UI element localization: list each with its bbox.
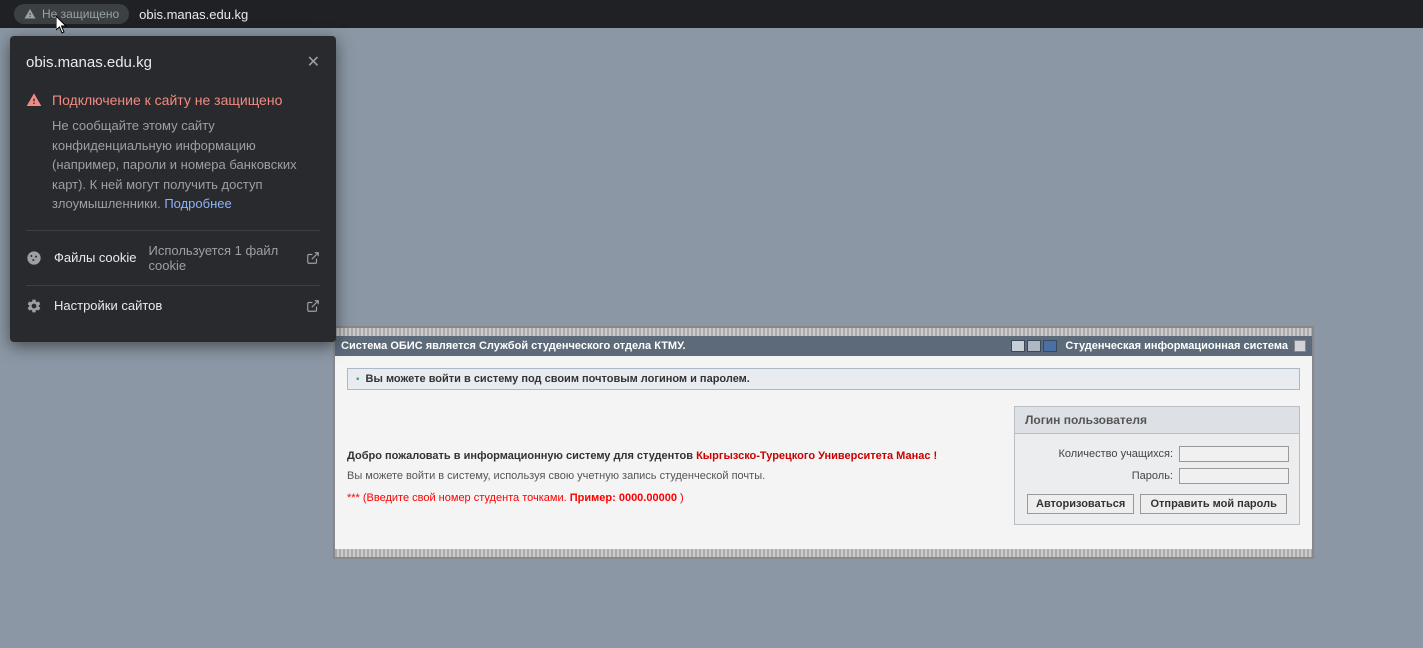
warning-icon [24,8,36,20]
popup-warning-body: Не сообщайте этому сайту конфиденциальну… [52,116,320,214]
university-name: Кыргызско-Турецкого Университета Манас ! [696,450,937,462]
warning-triangle-icon [26,92,42,108]
cookies-row[interactable]: Файлы cookie Используется 1 файл cookie [26,230,320,285]
lang-box-2[interactable] [1027,340,1041,352]
title-color-boxes [1011,340,1057,352]
title-right: Студенческая информационная система [1065,340,1288,352]
browser-address-bar: Не защищено obis.manas.edu.kg [0,0,1423,28]
cookies-label: Файлы cookie [54,250,137,265]
lang-box-1[interactable] [1011,340,1025,352]
hint-text: Вы можете войти в систему под своим почт… [366,373,750,385]
student-number-input[interactable] [1179,446,1289,462]
external-link-icon [306,299,320,313]
title-end-box [1294,340,1306,352]
welcome-line-3: *** (Введите свой номер студента точками… [347,492,998,504]
hint-bar: ▪ Вы можете войти в систему под своим по… [347,368,1300,390]
login-button[interactable]: Авторизоваться [1027,494,1134,514]
app-window: Система ОБИС является Службой студенческ… [333,326,1314,559]
popup-warning-title: Подключение к сайту не защищено [52,92,282,108]
student-number-label: Количество учащихся: [1058,448,1173,460]
window-title-bar: Система ОБИС является Службой студенческ… [335,336,1312,356]
site-settings-label: Настройки сайтов [54,298,162,313]
external-link-icon [306,251,320,265]
login-panel: Логин пользователя Количество учащихся: … [1014,406,1300,525]
site-settings-row[interactable]: Настройки сайтов [26,285,320,326]
not-secure-label: Не защищено [42,7,119,21]
welcome-line-2: Вы можете войти в систему, используя сво… [347,470,998,482]
window-top-stripe [335,328,1312,336]
popup-close-button[interactable]: ✕ [307,52,320,72]
cookies-detail: Используется 1 файл cookie [149,243,295,273]
send-password-button[interactable]: Отправить мой пароль [1140,494,1287,514]
student-id-example: Пример: 0000.00000 [570,492,677,504]
password-input[interactable] [1179,468,1289,484]
welcome-section: Добро пожаловать в информационную систем… [347,406,998,525]
gear-icon [26,298,42,314]
title-left: Система ОБИС является Службой студенческ… [341,340,1011,352]
content-body: ▪ Вы можете войти в систему под своим по… [335,356,1312,549]
student-number-row: Количество учащихся: [1025,446,1289,462]
popup-domain: obis.manas.edu.kg [26,54,152,71]
cookie-icon [26,250,42,266]
welcome-line-1: Добро пожаловать в информационную систем… [347,450,998,462]
url-text[interactable]: obis.manas.edu.kg [139,7,248,22]
login-panel-title: Логин пользователя [1015,407,1299,434]
window-bottom-stripe [335,549,1312,557]
not-secure-badge[interactable]: Не защищено [14,4,129,24]
password-row: Пароль: [1025,468,1289,484]
hint-bullet-icon: ▪ [356,374,360,385]
lang-box-3[interactable] [1043,340,1057,352]
site-info-popup: obis.manas.edu.kg ✕ Подключение к сайту … [10,36,336,342]
password-label: Пароль: [1132,470,1173,482]
learn-more-link[interactable]: Подробнее [164,196,231,211]
